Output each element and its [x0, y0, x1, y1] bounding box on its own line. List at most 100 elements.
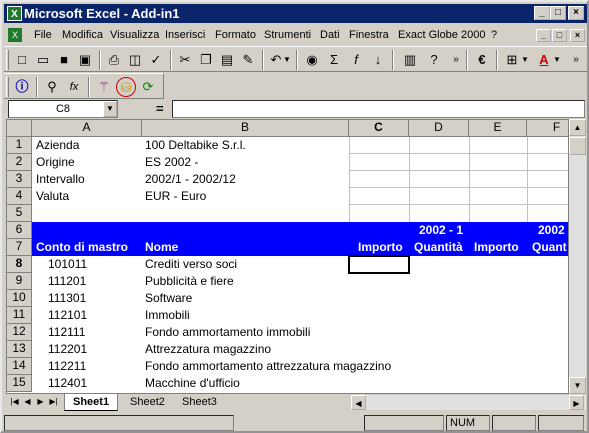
menu-inserisci[interactable]: Inserisci: [165, 25, 205, 45]
spelling-icon[interactable]: ✓: [146, 50, 166, 70]
doc-close-button[interactable]: ×: [570, 29, 585, 42]
more-buttons-icon[interactable]: »: [446, 50, 466, 70]
cell-account-name[interactable]: Fondo ammortamento immobili: [145, 324, 310, 341]
cut-icon[interactable]: ✂: [175, 50, 195, 70]
cell-account-name[interactable]: Attrezzatura magazzino: [145, 341, 271, 358]
toolbar-grip[interactable]: [6, 50, 9, 70]
column-header-c[interactable]: C: [349, 120, 409, 137]
paste-icon[interactable]: ▤: [217, 50, 237, 70]
name-box[interactable]: C8 ▼: [8, 100, 118, 118]
toolbar-grip[interactable]: [6, 77, 9, 97]
tab-sheet1[interactable]: Sheet1: [64, 394, 119, 411]
cell-info-label[interactable]: Origine: [36, 154, 75, 171]
workbook-icon[interactable]: X: [8, 28, 22, 42]
refresh-icon[interactable]: ⟳: [138, 77, 158, 97]
row-header[interactable]: 10: [7, 290, 32, 307]
close-button[interactable]: ×: [568, 6, 584, 20]
column-title-quantita[interactable]: Quantità: [414, 239, 463, 256]
row-header[interactable]: 2: [7, 154, 32, 171]
vertical-scrollbar[interactable]: ▲ ▼: [569, 119, 586, 394]
euro-icon[interactable]: €: [472, 50, 492, 70]
menu-visualizza[interactable]: Visualizza: [110, 25, 159, 45]
menu-file[interactable]: File: [34, 25, 52, 45]
select-all-corner[interactable]: [7, 120, 32, 137]
column-header-f[interactable]: F: [527, 120, 568, 137]
cell-info-label[interactable]: Valuta: [36, 188, 69, 205]
column-title-importo[interactable]: Importo: [474, 239, 519, 256]
cell-info-label[interactable]: Intervallo: [36, 171, 85, 188]
cell-account-code[interactable]: 112401: [48, 375, 87, 392]
spreadsheet-grid[interactable]: A B C D E F 1 2 3 4 5 6 7 8 9 10 11 12 1…: [6, 119, 569, 394]
cell-info-value[interactable]: EUR - Euro: [145, 188, 206, 205]
doc-restore-button[interactable]: □: [552, 29, 567, 42]
undo-dropdown-icon[interactable]: ▼: [282, 50, 292, 70]
function-icon[interactable]: f: [346, 50, 366, 70]
insert-function-icon[interactable]: fx: [64, 77, 84, 97]
row-header[interactable]: 13: [7, 341, 32, 358]
cell-info-label[interactable]: Azienda: [36, 137, 79, 154]
row-header[interactable]: 9: [7, 273, 32, 290]
column-title-importo[interactable]: Importo: [358, 239, 403, 256]
period-header-2[interactable]: 2002: [538, 222, 565, 239]
row-header[interactable]: 3: [7, 171, 32, 188]
row-header[interactable]: 1: [7, 137, 32, 154]
row-header[interactable]: 7: [7, 239, 32, 256]
minimize-button[interactable]: _: [534, 6, 550, 20]
cell-account-code[interactable]: 111201: [48, 273, 86, 290]
row-header[interactable]: 4: [7, 188, 32, 205]
cell-account-code[interactable]: 112111: [48, 324, 85, 341]
row-header[interactable]: 11: [7, 307, 32, 324]
tab-sheet2[interactable]: Sheet2: [122, 394, 173, 411]
first-sheet-icon[interactable]: |◀: [8, 395, 21, 409]
excel-app-icon[interactable]: X: [7, 6, 22, 21]
font-color-icon[interactable]: A: [534, 50, 554, 70]
cell-account-name[interactable]: Fondo ammortamento attrezzatura magazzin…: [145, 358, 391, 375]
column-header-d[interactable]: D: [409, 120, 469, 137]
maximize-button[interactable]: □: [550, 6, 566, 20]
cell-account-name[interactable]: Macchine d'ufficio: [145, 375, 240, 392]
active-cell[interactable]: [348, 255, 410, 274]
cell-account-code[interactable]: 101011: [48, 256, 87, 273]
autosum-icon[interactable]: Σ: [324, 50, 344, 70]
column-title-quantita[interactable]: Quant: [532, 239, 567, 256]
permission-icon[interactable]: ▣: [75, 50, 95, 70]
format-painter-icon[interactable]: ✎: [238, 50, 258, 70]
row-header[interactable]: 8: [7, 256, 32, 273]
column-title-conto[interactable]: Conto di mastro: [36, 239, 128, 256]
scroll-thumb[interactable]: [569, 137, 586, 155]
cell-info-value[interactable]: 2002/1 - 2002/12: [145, 171, 236, 188]
copy-icon[interactable]: ❐: [196, 50, 216, 70]
borders-icon[interactable]: ⊞: [502, 50, 522, 70]
cell-info-value[interactable]: 100 Deltabike S.r.l.: [145, 137, 246, 154]
menu-dati[interactable]: Dati: [320, 25, 340, 45]
borders-dropdown-icon[interactable]: ▼: [520, 50, 530, 70]
hyperlink-icon[interactable]: ◉: [302, 50, 322, 70]
row-header[interactable]: 14: [7, 358, 32, 375]
cell-info-value[interactable]: ES 2002 -: [145, 154, 198, 171]
font-color-dropdown-icon[interactable]: ▼: [552, 50, 562, 70]
menu-help[interactable]: ?: [491, 25, 497, 45]
prev-sheet-icon[interactable]: ◀: [21, 395, 34, 409]
column-title-nome[interactable]: Nome: [145, 239, 178, 256]
menu-formato[interactable]: Formato: [215, 25, 256, 45]
help-icon[interactable]: ?: [424, 50, 444, 70]
doc-minimize-button[interactable]: _: [536, 29, 551, 42]
cell-account-name[interactable]: Crediti verso soci: [145, 256, 237, 273]
cell-account-name[interactable]: Immobili: [145, 307, 190, 324]
cell-account-code[interactable]: 112211: [48, 358, 86, 375]
cell-account-code[interactable]: 112201: [48, 341, 87, 358]
database-icon[interactable]: ⛁: [116, 77, 136, 97]
chart-wizard-icon[interactable]: ▥: [400, 50, 420, 70]
row-header[interactable]: 5: [7, 205, 32, 222]
cell-account-code[interactable]: 111301: [48, 290, 86, 307]
open-icon[interactable]: ▭: [33, 50, 53, 70]
cell-account-name[interactable]: Pubblicità e fiere: [145, 273, 234, 290]
menu-exact-globe[interactable]: Exact Globe 2000: [398, 25, 485, 45]
menu-modifica[interactable]: Modifica: [62, 25, 103, 45]
print-preview-icon[interactable]: ◫: [125, 50, 145, 70]
scroll-down-icon[interactable]: ▼: [569, 377, 586, 394]
more-buttons-icon[interactable]: »: [566, 50, 586, 70]
row-header[interactable]: 12: [7, 324, 32, 341]
column-header-b[interactable]: B: [142, 120, 349, 137]
row-header[interactable]: 6: [7, 222, 32, 239]
